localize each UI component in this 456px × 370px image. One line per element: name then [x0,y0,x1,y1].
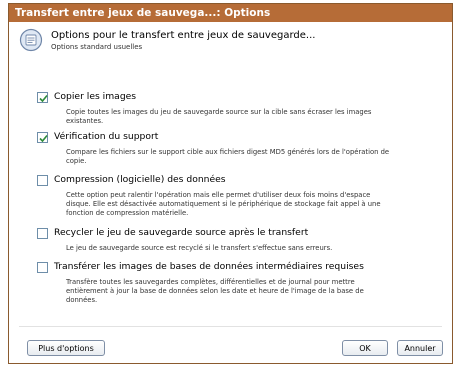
dialog-footer: Plus d'options OK Annuler [9,334,452,362]
software-compression-description: Cette option peut ralentir l'opération m… [66,191,381,217]
cancel-button[interactable]: Annuler [397,340,443,356]
checkmark-icon [39,134,48,143]
footer-divider [19,326,442,327]
transfer-intermediate-db-label[interactable]: Transférer les images de bases de donnée… [54,261,364,272]
more-options-button[interactable]: Plus d'options [27,340,105,356]
media-verification-label[interactable]: Vérification du support [54,131,158,142]
media-verification-checkbox[interactable] [37,132,48,143]
dialog-header: Options pour le transfert entre jeux de … [19,28,439,58]
recycle-source-checkbox[interactable] [37,228,48,239]
recycle-source-label[interactable]: Recycler le jeu de sauvegarde source apr… [54,227,308,238]
options-dialog: Transfert entre jeux de sauvega...: Opti… [8,3,453,364]
copy-images-label[interactable]: Copier les images [54,91,136,102]
checkmark-icon [39,94,48,103]
dialog-subtitle: Options standard usuelles [51,43,143,51]
recycle-source-description: Le jeu de sauvegarde source est recyclé … [66,244,333,252]
software-compression-checkbox[interactable] [37,175,48,186]
transfer-intermediate-db-checkbox[interactable] [37,262,48,273]
copy-images-description: Copie toutes les images du jeu de sauveg… [66,108,372,125]
media-verification-description: Compare les fichiers sur le support cibl… [66,148,390,165]
ok-button[interactable]: OK [342,340,388,356]
window-title: Transfert entre jeux de sauvega...: Opti… [9,4,452,22]
options-dialog-icon [19,28,43,52]
copy-images-checkbox[interactable] [37,92,48,103]
dialog-title: Options pour le transfert entre jeux de … [51,30,316,41]
transfer-intermediate-db-description: Transfère toutes les sauvegardes complèt… [66,278,364,304]
software-compression-label[interactable]: Compression (logicielle) des données [54,174,226,185]
